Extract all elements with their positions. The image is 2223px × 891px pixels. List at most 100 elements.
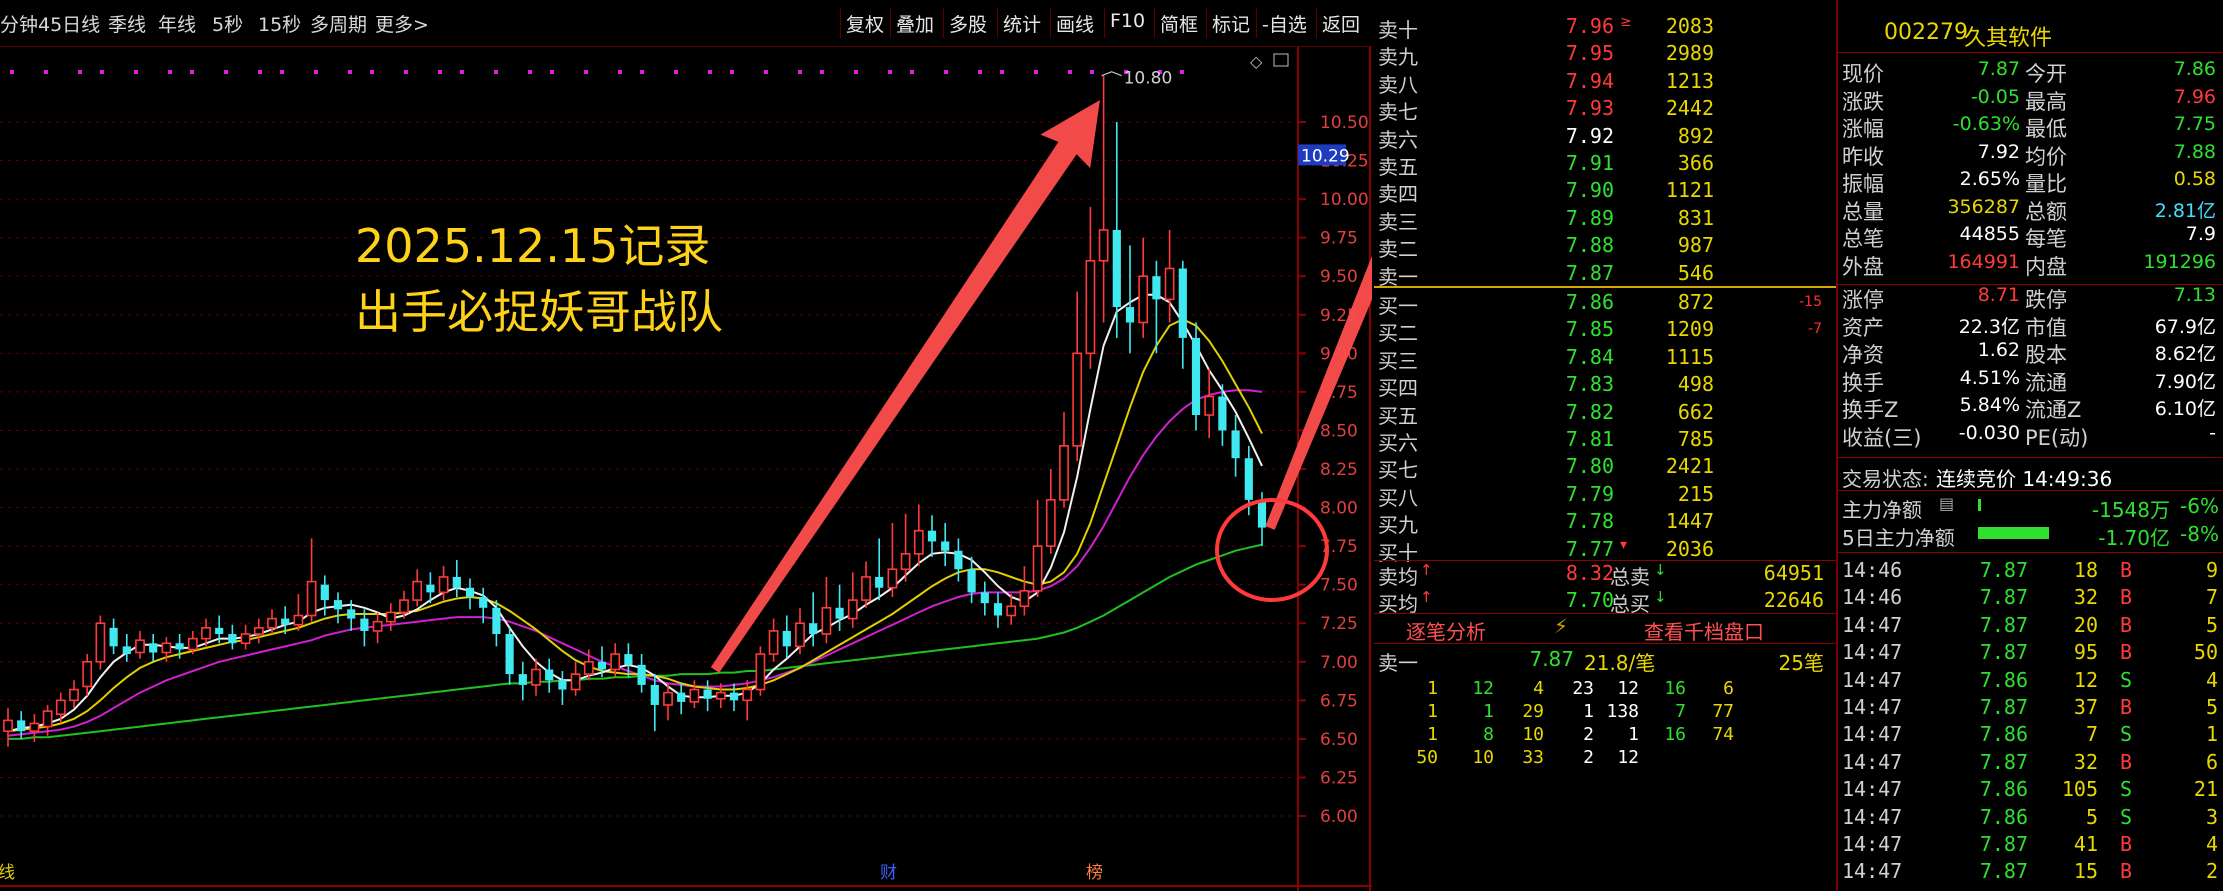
bid-level-7[interactable]: 买七7.802421 — [1374, 452, 1836, 480]
quote-value: 2.65% — [1928, 168, 2020, 190]
bid-level-6[interactable]: 买六7.81785 — [1374, 425, 1836, 453]
toolbar-button-9[interactable]: 返回 — [1322, 10, 1360, 37]
period-tab-0[interactable]: 分钟 — [0, 10, 38, 37]
toolbar-button-1[interactable]: 叠加 — [896, 10, 934, 37]
ranking-marker[interactable]: 榜 — [1086, 863, 1103, 883]
ask-level-1[interactable]: 卖一7.87546 — [1374, 259, 1836, 287]
bid-level-4[interactable]: 买四7.83498 — [1374, 370, 1836, 398]
buy-summary-row: 买均↑7.70总买↓22646 — [1374, 587, 1836, 613]
trade-time: 14:47 — [1842, 695, 1902, 719]
quote-value: 5.84% — [1928, 394, 2020, 416]
quote-row: 总笔44855每笔7.9 — [1838, 221, 2223, 249]
signal-dot — [134, 70, 138, 74]
ask-level-6[interactable]: 卖六7.92892 — [1374, 122, 1836, 150]
bid-level-10[interactable]: 买十7.77▾2036 — [1374, 535, 1836, 563]
trade-time: 14:47 — [1842, 613, 1902, 637]
period-tab-2[interactable]: 季线 — [108, 10, 146, 37]
candle-body-up — [532, 669, 540, 684]
buy-avg-value: 7.70 — [1514, 588, 1614, 612]
list-icon[interactable]: ▤ — [1939, 494, 1954, 513]
ask-level-2[interactable]: 卖二7.88987 — [1374, 231, 1836, 259]
candle-body-down — [981, 592, 989, 603]
candle-body-up — [413, 582, 421, 601]
bid-level-9[interactable]: 买九7.781447 — [1374, 507, 1836, 535]
bid-level-3[interactable]: 买三7.841115 — [1374, 343, 1836, 371]
period-tab-7[interactable]: 更多> — [375, 10, 429, 37]
candle-body-down — [1126, 307, 1134, 322]
ask-level-5[interactable]: 卖五7.91366 — [1374, 149, 1836, 177]
period-tab-5[interactable]: 15秒 — [258, 10, 301, 37]
bid-level-5[interactable]: 买五7.82662 — [1374, 398, 1836, 426]
queue-cell: 1 — [1444, 701, 1494, 722]
bid-level-2[interactable]: 买二7.851209-7 — [1374, 315, 1836, 343]
candle-body-down — [651, 685, 659, 705]
candle-body-down — [1152, 276, 1160, 299]
stock-name: 久其软件 — [1964, 20, 2052, 52]
queue-cell: 50 — [1388, 747, 1438, 768]
trade-count: 5 — [2166, 613, 2218, 637]
trade-price: 7.87 — [1938, 558, 2028, 582]
ask-level-7[interactable]: 卖七7.932442 — [1374, 94, 1836, 122]
ask-level-9[interactable]: 卖九7.952989 — [1374, 39, 1836, 67]
candle-body-up — [1060, 446, 1068, 500]
signal-dot — [618, 70, 622, 74]
toolbar-button-2[interactable]: 多股 — [949, 10, 987, 37]
candle-body-down — [17, 720, 25, 731]
trade-price: 7.87 — [1938, 613, 2028, 637]
tick-analysis-link[interactable]: 逐笔分析 — [1406, 616, 1486, 645]
candle-body-down — [783, 631, 791, 646]
toolbar-button-3[interactable]: 统计 — [1003, 10, 1041, 37]
period-tab-1[interactable]: 45日线 — [38, 10, 100, 37]
bid-volume: 1115 — [1604, 345, 1714, 369]
toolbar-button-8[interactable]: -自选 — [1262, 10, 1307, 37]
ask-level-3[interactable]: 卖三7.89831 — [1374, 204, 1836, 232]
trade-count: 4 — [2166, 832, 2218, 856]
toolbar-button-5[interactable]: F10 — [1110, 10, 1145, 32]
toolbar-button-7[interactable]: 标记 — [1212, 10, 1250, 37]
toolbar-separator — [943, 8, 944, 38]
signal-dot — [1180, 70, 1184, 74]
signal-dot — [528, 70, 532, 74]
signal-dot — [168, 70, 172, 74]
candle-body-up — [1205, 397, 1213, 416]
finance-marker[interactable]: 财 — [880, 863, 897, 883]
period-tab-6[interactable]: 多周期 — [310, 10, 367, 37]
toolbar-button-0[interactable]: 复权 — [846, 10, 884, 37]
candle-body-up — [4, 720, 12, 731]
period-tab-3[interactable]: 年线 — [158, 10, 196, 37]
ask-volume: 1121 — [1604, 178, 1714, 202]
lightning-icon[interactable]: ⚡ — [1554, 614, 1568, 638]
quote-value: 164991 — [1928, 251, 2020, 273]
kline-chart[interactable]: 10.5010.2510.009.759.509.259.008.758.508… — [0, 47, 1372, 891]
bid-level-1[interactable]: 买一7.86872-15 — [1374, 288, 1836, 316]
candle-body-up — [743, 690, 751, 701]
trade-volume: 95 — [2038, 640, 2098, 664]
toolbar-separator — [1256, 8, 1257, 38]
ask-volume: 987 — [1604, 233, 1714, 257]
diamond-icon[interactable]: ◇ — [1250, 52, 1263, 71]
ask-level-4[interactable]: 卖四7.901121 — [1374, 176, 1836, 204]
trade-row: 14:477.867S1 — [1838, 720, 2223, 747]
signal-dot — [404, 70, 408, 74]
period-tab-4[interactable]: 5秒 — [212, 10, 243, 37]
trade-side: S — [2120, 805, 2132, 829]
candle-body-up — [308, 582, 316, 616]
ask-level-8[interactable]: 卖八7.941213 — [1374, 67, 1836, 95]
view-thousand-levels-link[interactable]: 查看千档盘口 — [1644, 616, 1764, 645]
ask-level-10[interactable]: 卖十7.96≥2083 — [1374, 12, 1836, 40]
toolbar-separator — [1050, 8, 1051, 38]
bid-level-8[interactable]: 买八7.79215 — [1374, 480, 1836, 508]
toolbar-separator — [1154, 8, 1155, 38]
trade-volume: 41 — [2038, 832, 2098, 856]
candle-body-up — [162, 643, 170, 652]
toolbar-button-6[interactable]: 简框 — [1160, 10, 1198, 37]
signal-dot — [888, 70, 892, 74]
candle-body-up — [202, 628, 210, 639]
candle-body-up — [294, 616, 302, 625]
toolbar-button-4[interactable]: 画线 — [1056, 10, 1094, 37]
bid-volume: 1447 — [1604, 509, 1714, 533]
y-tick-label: 8.00 — [1320, 499, 1358, 519]
ask-price: 7.95 — [1514, 41, 1614, 65]
signal-dot — [314, 70, 318, 74]
queue-cell: 16 — [1636, 678, 1686, 699]
